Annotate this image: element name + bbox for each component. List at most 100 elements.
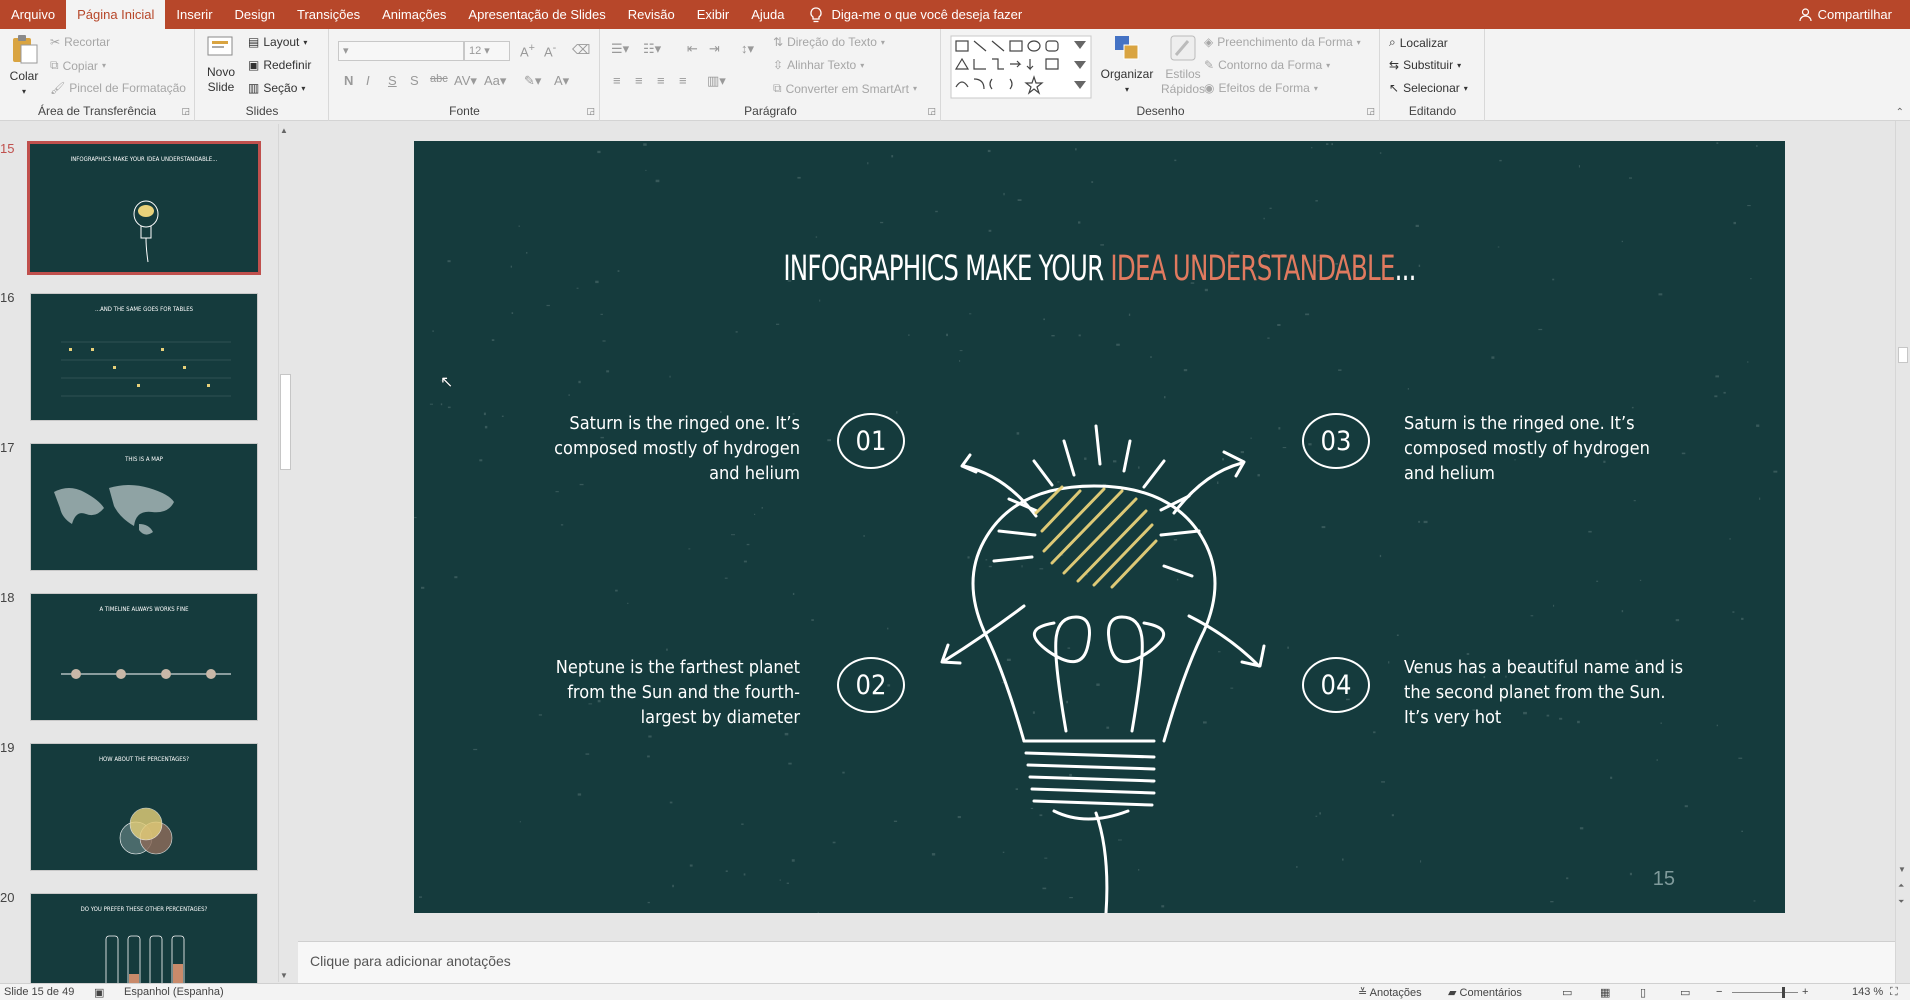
numbering-icon[interactable]: ☷▾ bbox=[643, 41, 661, 57]
highlight-icon[interactable]: ✎▾ bbox=[524, 73, 541, 89]
justify-icon[interactable]: ≡ bbox=[679, 73, 687, 88]
quick-styles-button[interactable]: Estilos Rápidos bbox=[1158, 33, 1208, 97]
next-slide-icon[interactable]: ⏷ bbox=[1898, 897, 1904, 907]
notes-pane[interactable]: Clique para adicionar anotações bbox=[298, 941, 1895, 983]
text-item-02[interactable]: Neptune is the farthest planet from the … bbox=[520, 655, 800, 730]
drawing-group-label: Desenho bbox=[1136, 104, 1185, 118]
line-spacing-icon[interactable]: ↕▾ bbox=[741, 41, 754, 57]
underline-icon[interactable]: S bbox=[388, 73, 397, 88]
text-item-03[interactable]: Saturn is the ringed one. It’s composed … bbox=[1404, 411, 1684, 486]
tell-me-box[interactable]: Diga-me o que você deseja fazer bbox=[809, 6, 1022, 23]
text-item-04[interactable]: Venus has a beautiful name and is the se… bbox=[1404, 655, 1684, 730]
shape-effects-button[interactable]: ◉ Efeitos de Forma ▾ bbox=[1204, 81, 1318, 95]
slide-thumbnail-20[interactable]: DO YOU PREFER THESE OTHER PERCENTAGES? bbox=[30, 893, 258, 983]
slide-thumbnail-16[interactable]: ...AND THE SAME GOES FOR TABLES bbox=[30, 293, 258, 421]
arrange-button[interactable]: Organizar ▾ bbox=[1098, 33, 1156, 97]
zoom-slider-handle[interactable] bbox=[1782, 987, 1785, 998]
tab-inserir[interactable]: Inserir bbox=[165, 0, 223, 29]
font-dialog-launcher-icon[interactable]: ◲ bbox=[586, 106, 595, 117]
paste-button[interactable]: Colar ▾ bbox=[6, 33, 42, 99]
share-button[interactable]: Compartilhar bbox=[1798, 0, 1892, 29]
reset-button[interactable]: ▣ Redefinir bbox=[248, 58, 311, 72]
strikethrough-icon[interactable]: abc bbox=[430, 73, 448, 85]
shapes-gallery[interactable] bbox=[950, 35, 1092, 99]
tab-animacoes[interactable]: Animações bbox=[371, 0, 457, 29]
thumbnail-scrollbar[interactable]: ▲ ▼ bbox=[278, 124, 292, 982]
fit-slide-icon[interactable]: ⛶ bbox=[1890, 986, 1898, 999]
normal-view-icon[interactable]: ▭ bbox=[1562, 986, 1572, 999]
slide-thumbnail-17[interactable]: THIS IS A MAP bbox=[30, 443, 258, 571]
slide-thumbnail-15[interactable]: INFOGRAPHICS MAKE YOUR IDEA UNDERSTANDAB… bbox=[27, 141, 261, 275]
scrollbar-thumb[interactable] bbox=[280, 374, 291, 470]
slide-thumbnail-19[interactable]: HOW ABOUT THE PERCENTAGES? bbox=[30, 743, 258, 871]
bold-icon[interactable]: N bbox=[344, 73, 353, 88]
collapse-ribbon-icon[interactable]: ⌃ bbox=[1896, 107, 1904, 118]
cut-button[interactable]: ✂ Recortar bbox=[50, 35, 110, 49]
grow-font-icon[interactable]: A+ bbox=[520, 42, 535, 59]
bullets-icon[interactable]: ☰▾ bbox=[611, 41, 629, 57]
slideshow-icon[interactable]: ▭ bbox=[1680, 986, 1690, 999]
copy-button[interactable]: ⧉ Copiar ▾ bbox=[50, 58, 106, 73]
editor-scrollbar[interactable]: ▼ ⏶ ⏷ bbox=[1895, 121, 1910, 983]
scroll-up-icon[interactable]: ▲ bbox=[280, 126, 288, 135]
shadow-icon[interactable]: S bbox=[410, 73, 419, 88]
new-slide-button[interactable]: Novo Slide bbox=[204, 33, 238, 95]
decrease-indent-icon[interactable]: ⇤ bbox=[687, 41, 698, 57]
tab-pagina-inicial[interactable]: Página Inicial bbox=[66, 0, 166, 29]
paragraph-dialog-launcher-icon[interactable]: ◲ bbox=[927, 106, 936, 117]
clear-format-icon[interactable]: ⌫ bbox=[572, 42, 590, 58]
editor-scrollbar-thumb[interactable] bbox=[1898, 347, 1908, 363]
format-painter-button[interactable]: 🖌 Pincel de Formatação bbox=[50, 81, 186, 95]
align-text-button[interactable]: ⇳ Alinhar Texto ▾ bbox=[773, 58, 864, 72]
zoom-level[interactable]: 143 % bbox=[1852, 986, 1883, 998]
comments-toggle[interactable]: ▰ Comentários bbox=[1448, 986, 1522, 999]
tab-ajuda[interactable]: Ajuda bbox=[740, 0, 795, 29]
align-right-icon[interactable]: ≡ bbox=[657, 73, 665, 88]
tab-arquivo[interactable]: Arquivo bbox=[0, 0, 66, 29]
prev-slide-icon[interactable]: ⏶ bbox=[1898, 881, 1904, 891]
shape-fill-button[interactable]: ◈ Preenchimento da Forma ▾ bbox=[1204, 35, 1361, 49]
find-button[interactable]: ⌕ Localizar bbox=[1389, 35, 1448, 50]
spacing-icon[interactable]: AV▾ bbox=[454, 73, 477, 89]
slide-thumbnail-18[interactable]: A TIMELINE ALWAYS WORKS FINE bbox=[30, 593, 258, 721]
zoom-slider[interactable] bbox=[1732, 992, 1798, 993]
current-slide[interactable]: INFOGRAPHICS MAKE YOUR IDEA UNDERSTANDAB… bbox=[414, 141, 1785, 913]
align-center-icon[interactable]: ≡ bbox=[635, 73, 643, 88]
drawing-dialog-launcher-icon[interactable]: ◲ bbox=[1366, 106, 1375, 117]
spellcheck-icon[interactable]: ▣ bbox=[94, 986, 104, 999]
tab-design[interactable]: Design bbox=[224, 0, 286, 29]
dialog-launcher-icon[interactable]: ◲ bbox=[181, 106, 190, 117]
font-size-combo[interactable]: 12 ▾ bbox=[464, 41, 510, 61]
share-label: Compartilhar bbox=[1817, 7, 1892, 22]
zoom-in-icon[interactable]: + bbox=[1802, 986, 1808, 998]
shrink-font-icon[interactable]: A- bbox=[544, 42, 556, 59]
tab-revisao[interactable]: Revisão bbox=[617, 0, 686, 29]
text-item-01[interactable]: Saturn is the ringed one. It’s composed … bbox=[520, 411, 800, 486]
smartart-button[interactable]: ⧉ Converter em SmartArt ▾ bbox=[773, 81, 917, 96]
columns-icon[interactable]: ▥▾ bbox=[707, 73, 726, 89]
reading-view-icon[interactable]: ▯ bbox=[1640, 986, 1646, 999]
align-left-icon[interactable]: ≡ bbox=[613, 73, 621, 88]
language-indicator[interactable]: Espanhol (Espanha) bbox=[124, 986, 224, 998]
text-direction-button[interactable]: ⇅ Direção do Texto ▾ bbox=[773, 35, 885, 49]
increase-indent-icon[interactable]: ⇥ bbox=[709, 41, 720, 57]
select-button[interactable]: ↖ Selecionar ▾ bbox=[1389, 81, 1468, 95]
slide-title[interactable]: INFOGRAPHICS MAKE YOUR IDEA UNDERSTANDAB… bbox=[565, 249, 1634, 289]
italic-icon[interactable]: I bbox=[366, 73, 370, 88]
thumb-title: DO YOU PREFER THESE OTHER PERCENTAGES? bbox=[80, 906, 208, 913]
section-button[interactable]: ▥ Seção ▾ bbox=[248, 81, 305, 95]
case-icon[interactable]: Aa▾ bbox=[484, 73, 506, 89]
shape-outline-button[interactable]: ✎ Contorno da Forma ▾ bbox=[1204, 58, 1330, 72]
font-name-combo[interactable]: ▾ bbox=[338, 41, 464, 61]
scroll-down-icon[interactable]: ▼ bbox=[280, 971, 288, 980]
tab-apresentacao[interactable]: Apresentação de Slides bbox=[457, 0, 616, 29]
scroll-down-icon[interactable]: ▼ bbox=[1898, 865, 1906, 874]
zoom-out-icon[interactable]: − bbox=[1716, 986, 1722, 998]
notes-toggle[interactable]: ≚ Anotações bbox=[1358, 986, 1422, 999]
tab-transicoes[interactable]: Transições bbox=[286, 0, 371, 29]
layout-button[interactable]: ▤ Layout ▾ bbox=[248, 35, 307, 49]
tab-exibir[interactable]: Exibir bbox=[686, 0, 741, 29]
font-color-icon[interactable]: A▾ bbox=[554, 73, 569, 89]
slide-sorter-icon[interactable]: ▦ bbox=[1600, 986, 1610, 999]
replace-button[interactable]: ⇆ Substituir ▾ bbox=[1389, 58, 1461, 72]
